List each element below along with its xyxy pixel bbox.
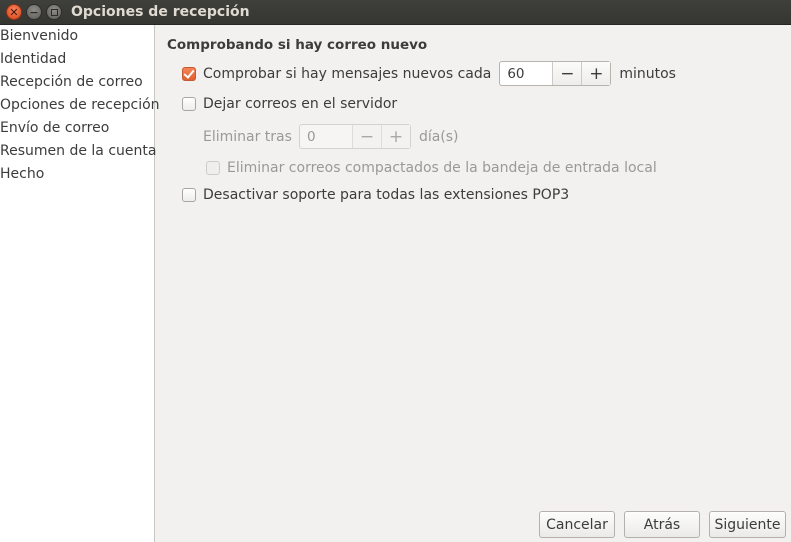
delete-after-unit: día(s) [418,128,459,145]
delete-after-input: 0 [306,128,316,145]
disable-pop3-checkbox[interactable] [182,188,196,202]
sidebar-item-recepcion-correo[interactable]: Recepción de correo [0,72,143,95]
sidebar-item-identidad[interactable]: Identidad [0,49,66,72]
leave-on-server-checkbox[interactable] [182,97,196,111]
delete-compacted-label: Eliminar correos compactados de la bande… [227,160,657,176]
minimize-icon[interactable]: − [26,4,42,20]
sidebar: Bienvenido Identidad Recepción de correo… [0,25,160,542]
close-icon[interactable]: ✕ [6,4,22,20]
sidebar-item-hecho[interactable]: Hecho [0,164,44,187]
leave-on-server-label[interactable]: Dejar correos en el servidor [203,96,397,112]
check-interval-input[interactable]: 60 [500,62,552,85]
title-bar: ✕ − Opciones de recepción [0,0,791,25]
check-new-checkbox[interactable] [182,66,196,81]
cancel-button[interactable]: Cancelar [539,511,615,538]
check-new-label[interactable]: Comprobar si hay mensajes nuevos cada [203,66,491,82]
next-button[interactable]: Siguiente [709,511,786,538]
section-title: Comprobando si hay correo nuevo [167,37,428,53]
maximize-icon[interactable] [46,4,62,20]
check-new-row: Comprobar si hay mensajes nuevos cada 60… [182,61,676,86]
check-interval-stepper: 60 − + [499,61,612,86]
delete-compacted-checkbox [206,161,220,175]
decrement-button[interactable]: − [552,62,582,85]
increment-button[interactable]: + [581,62,611,85]
sidebar-item-opciones-recepcion[interactable]: Opciones de recepción [0,95,160,118]
disable-pop3-row: Desactivar soporte para todas las extens… [182,187,569,203]
disable-pop3-label[interactable]: Desactivar soporte para todas las extens… [203,187,569,203]
delete-after-row: Eliminar tras 0 − + día(s) [203,124,459,149]
sidebar-item-bienvenido[interactable]: Bienvenido [0,26,78,49]
sidebar-item-resumen-cuenta[interactable]: Resumen de la cuenta [0,141,156,164]
delete-after-stepper: 0 − + [298,124,411,149]
delete-increment-button: + [380,125,410,148]
delete-compacted-row: Eliminar correos compactados de la bande… [206,160,657,176]
delete-decrement-button: − [351,125,381,148]
leave-on-server-row: Dejar correos en el servidor [182,96,397,112]
window-title: Opciones de recepción [71,4,250,20]
back-button[interactable]: Atrás [624,511,700,538]
assistant-window: ✕ − Opciones de recepción Bienvenido Ide… [0,0,791,542]
sidebar-item-envio-correo[interactable]: Envío de correo [0,118,109,141]
delete-after-label: Eliminar tras [203,128,292,145]
check-interval-unit: minutos [619,65,676,82]
